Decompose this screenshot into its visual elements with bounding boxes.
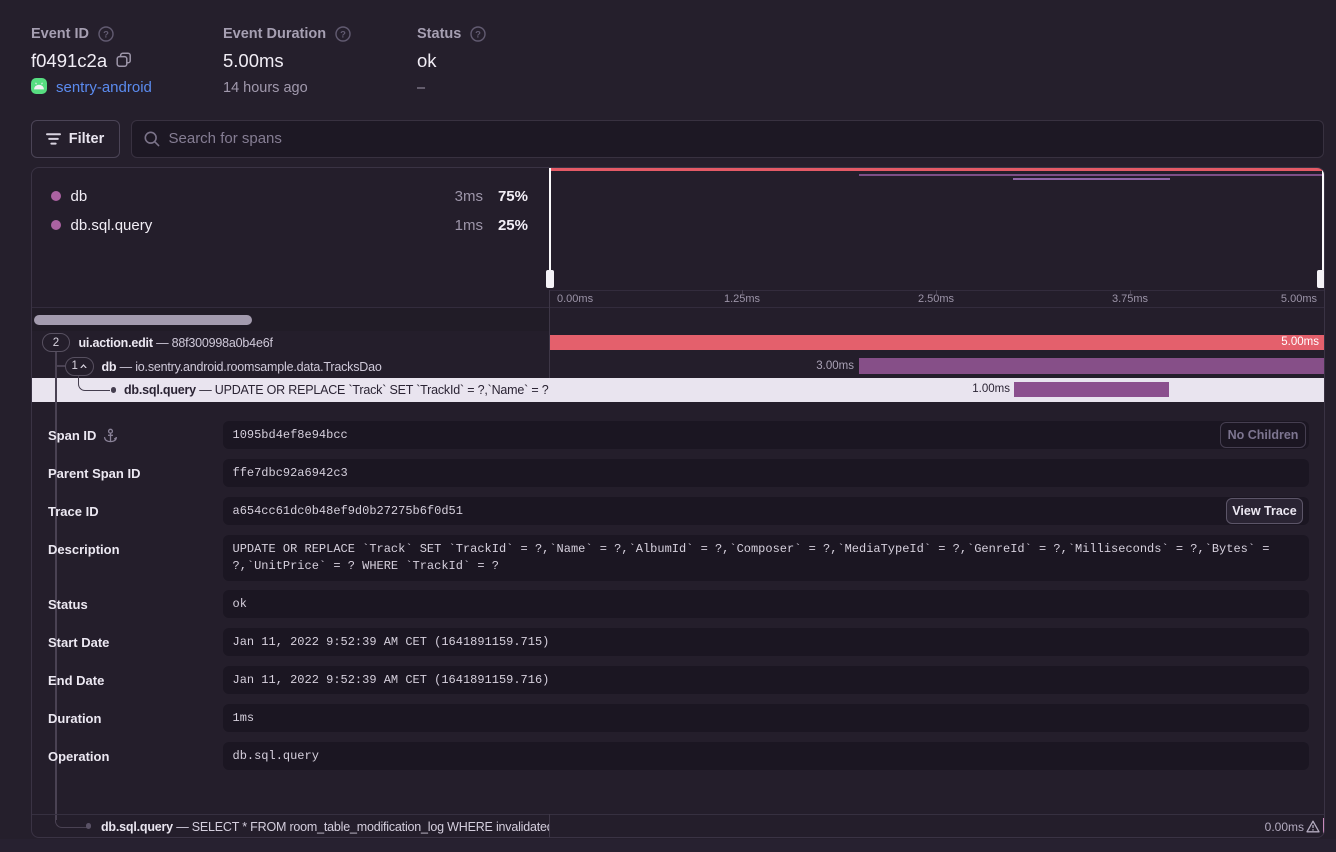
svg-text:?: ? [475,29,481,40]
svg-text:?: ? [103,29,109,40]
svg-text:?: ? [340,29,346,40]
